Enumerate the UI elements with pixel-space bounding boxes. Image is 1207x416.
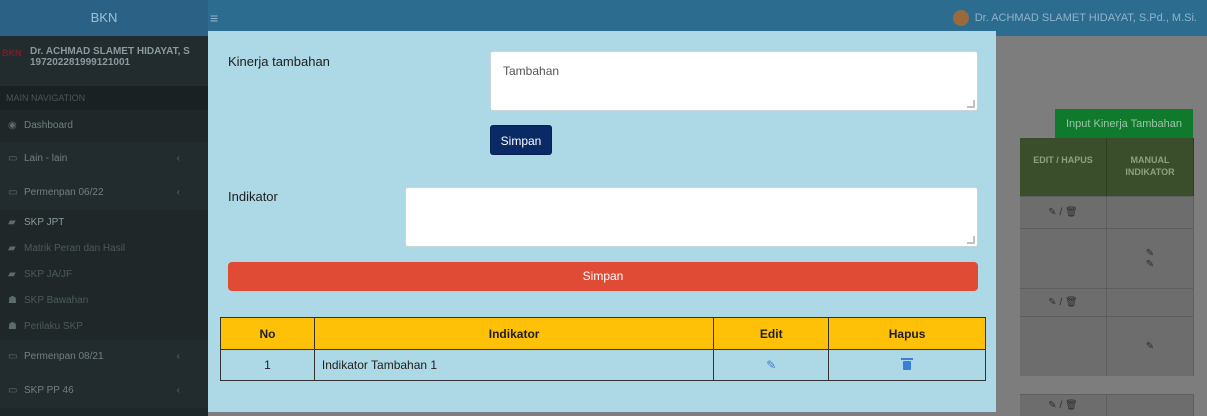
edit-delete-icons[interactable]: ✎ / 🗑 (1020, 289, 1107, 316)
sidebar-item-perilaku-skp[interactable]: ☗ Perilaku SKP (0, 314, 208, 340)
chevron-left-icon: ‹ (176, 351, 180, 362)
input-kinerja-tambahan-button[interactable]: Input Kinerja Tambahan (1055, 109, 1193, 139)
col-indikator: Indikator (313, 317, 715, 350)
pencil-icon[interactable]: ✎ (1107, 317, 1194, 376)
kinerja-tambahan-label: Kinerja tambahan (228, 54, 330, 69)
sidebar-user-name: Dr. ACHMAD SLAMET HIDAYAT, S (30, 46, 190, 57)
users-icon: ☗ (8, 295, 17, 306)
hamburger-menu-icon[interactable]: ≡ (210, 10, 218, 26)
indikator-textarea[interactable] (405, 187, 978, 247)
col-edit: Edit (713, 317, 830, 350)
col-manual-indikator: MANUAL INDIKATOR (1107, 138, 1194, 196)
indikator-table: No Indikator Edit Hapus 1 Indikator Tamb… (220, 317, 986, 381)
kinerja-tambahan-modal: Kinerja tambahan Tambahan Simpan Indikat… (208, 31, 996, 412)
sidebar-item-permenpan-06-22[interactable]: ▭ Permenpan 06/22 ‹ (0, 176, 208, 210)
sidebar-user-nip: 197202281999121001 (30, 57, 131, 68)
sidebar-item-skp-pp-46[interactable]: ▭ SKP PP 46 ‹ (0, 374, 208, 408)
user-name: Dr. ACHMAD SLAMET HIDAYAT, S.Pd., M.Si. (974, 12, 1197, 24)
table-row: ✎ (1020, 316, 1194, 376)
table-header-strip: EDIT / HAPUS MANUAL INDIKATOR (1020, 138, 1194, 196)
book-icon: ▰ (8, 217, 16, 228)
pencil-icon[interactable]: ✎ (766, 358, 776, 372)
chevron-left-icon: ‹ (176, 187, 180, 198)
trash-icon[interactable] (901, 358, 914, 371)
book-icon: ▰ (8, 243, 16, 254)
sidebar-item-skp-jpt[interactable]: ▰ SKP JPT (0, 210, 208, 236)
edit-delete-icons[interactable]: ✎ / 🗑 (1020, 197, 1107, 228)
row-no: 1 (220, 349, 315, 381)
resize-handle-icon[interactable] (967, 236, 975, 244)
folder-icon: ▭ (8, 385, 18, 396)
row-indikator: Indikator Tambahan 1 (313, 349, 715, 381)
table-header-row: No Indikator Edit Hapus (220, 317, 986, 350)
col-edit-hapus: EDIT / HAPUS (1020, 138, 1107, 196)
user-panel: BKN Dr. ACHMAD SLAMET HIDAYAT, S 1972022… (0, 36, 208, 86)
kinerja-tambahan-textarea[interactable]: Tambahan (490, 51, 978, 111)
brand-logo[interactable]: BKN (0, 0, 208, 36)
table-row: ✎ / 🗑 (1020, 394, 1194, 416)
col-hapus: Hapus (828, 317, 986, 350)
table-row: ✎ / 🗑 (1020, 196, 1194, 228)
simpan-kinerja-button[interactable]: Simpan (490, 125, 552, 155)
table-row: ✎ / 🗑 (1020, 288, 1194, 316)
sidebar-item-lain-lain[interactable]: ▭ Lain - lain ‹ (0, 142, 208, 176)
sidebar-item-matrik-peran[interactable]: ▰ Matrik Peran dan Hasil (0, 236, 208, 262)
sidebar-item-permenpan-08-21[interactable]: ▭ Permenpan 08/21 ‹ (0, 340, 208, 374)
nav-header: MAIN NAVIGATION (0, 86, 208, 110)
users-icon: ☗ (8, 321, 17, 332)
avatar (952, 10, 969, 26)
pencil-icon[interactable]: ✎ ✎ (1107, 229, 1194, 288)
table-row: ✎ ✎ (1020, 228, 1194, 288)
folder-icon: ▭ (8, 187, 18, 198)
sidebar-item-dashboard[interactable]: ◉ Dashboard (0, 110, 208, 142)
chevron-left-icon: ‹ (176, 153, 180, 164)
col-no: No (220, 317, 315, 350)
book-icon: ▰ (8, 269, 16, 280)
edit-delete-icons[interactable]: ✎ / 🗑 (1020, 395, 1107, 416)
resize-handle-icon[interactable] (967, 100, 975, 108)
indikator-label: Indikator (228, 189, 278, 204)
simpan-indikator-button[interactable]: Simpan (228, 262, 978, 291)
sidebar: BKN Dr. ACHMAD SLAMET HIDAYAT, S 1972022… (0, 36, 208, 416)
chevron-left-icon: ‹ (176, 385, 180, 396)
sidebar-item-skp-bawahan[interactable]: ☗ SKP Bawahan (0, 288, 208, 314)
folder-icon: ▭ (8, 153, 18, 164)
folder-icon: ▭ (8, 351, 18, 362)
table-row: 1 Indikator Tambahan 1 ✎ (220, 349, 986, 381)
bkn-logo-icon: BKN (2, 48, 22, 58)
hapus-cell (828, 349, 986, 381)
dashboard-icon: ◉ (8, 120, 17, 131)
edit-cell: ✎ (713, 349, 830, 381)
sidebar-item-skp-ja-jf[interactable]: ▰ SKP JA/JF (0, 262, 208, 288)
